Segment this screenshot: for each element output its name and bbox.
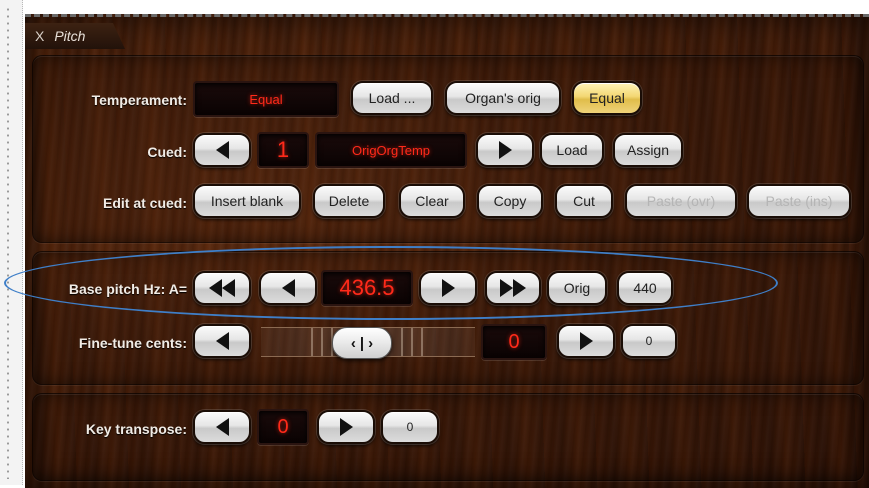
rewind-icon xyxy=(209,279,222,297)
base-pitch-label: Base pitch Hz: A= xyxy=(68,281,187,297)
edit-label: Edit at cued: xyxy=(102,195,187,211)
preset-440-button[interactable]: 440 xyxy=(617,271,673,305)
cued-prev-button[interactable] xyxy=(193,133,251,167)
arrow-right-icon xyxy=(579,332,593,350)
cued-load-button[interactable]: Load xyxy=(540,133,604,167)
delete-button[interactable]: Delete xyxy=(313,184,385,218)
divider-icon: | xyxy=(359,334,365,352)
temperament-label: Temperament: xyxy=(91,92,187,108)
arrow-left-icon xyxy=(215,332,229,350)
fine-tune-up-button[interactable] xyxy=(557,324,615,358)
transpose-group xyxy=(32,393,864,481)
cued-index-display: 1 xyxy=(257,132,309,168)
panel-title: Pitch xyxy=(54,28,86,44)
close-icon[interactable]: X xyxy=(35,28,44,44)
arrow-left-icon xyxy=(281,279,295,297)
equal-button[interactable]: Equal xyxy=(572,81,642,115)
transpose-up-button[interactable] xyxy=(317,410,375,444)
clear-button[interactable]: Clear xyxy=(399,184,465,218)
fine-tune-down-button[interactable] xyxy=(193,324,251,358)
transpose-reset-button[interactable]: 0 xyxy=(381,410,439,444)
organs-orig-button[interactable]: Organ's orig xyxy=(445,81,561,115)
base-pitch-display: 436.5 xyxy=(321,270,413,306)
transpose-display: 0 xyxy=(257,409,309,445)
base-pitch-orig-button[interactable]: Orig xyxy=(547,271,607,305)
arrow-right-icon xyxy=(339,418,353,436)
fine-tune-label: Fine-tune cents: xyxy=(78,335,187,351)
transpose-down-button[interactable] xyxy=(193,410,251,444)
base-pitch-fast-back-button[interactable] xyxy=(193,271,251,305)
cued-name-display: OrigOrgTemp xyxy=(315,132,467,168)
pitch-panel: X Pitch Temperament: Equal Load ... Orga… xyxy=(25,14,869,488)
arrow-right-icon xyxy=(441,279,455,297)
fine-tune-slider-knob[interactable]: ‹ | › xyxy=(332,327,392,359)
left-ruler xyxy=(0,0,23,485)
base-pitch-down-button[interactable] xyxy=(259,271,317,305)
key-transpose-label: Key transpose: xyxy=(85,421,187,437)
arrow-left-icon xyxy=(215,418,229,436)
fine-tune-reset-button[interactable]: 0 xyxy=(621,324,677,358)
base-pitch-fast-forward-button[interactable] xyxy=(485,271,541,305)
cued-next-button[interactable] xyxy=(476,133,534,167)
copy-button[interactable]: Copy xyxy=(477,184,543,218)
chevron-left-icon: ‹ xyxy=(350,334,356,352)
arrow-right-icon xyxy=(498,141,512,159)
insert-blank-button[interactable]: Insert blank xyxy=(193,184,301,218)
chevron-right-icon: › xyxy=(368,334,374,352)
arrow-left-icon xyxy=(215,141,229,159)
cut-button[interactable]: Cut xyxy=(555,184,613,218)
temperament-load-button[interactable]: Load ... xyxy=(351,81,433,115)
temperament-display: Equal xyxy=(193,81,339,117)
panel-tab[interactable]: X Pitch xyxy=(25,23,125,49)
base-pitch-up-button[interactable] xyxy=(419,271,477,305)
cued-label: Cued: xyxy=(147,144,187,160)
paste-ins-button[interactable]: Paste (ins) xyxy=(747,184,851,218)
fine-tune-display: 0 xyxy=(481,324,547,360)
assign-button[interactable]: Assign xyxy=(613,133,683,167)
paste-ovr-button[interactable]: Paste (ovr) xyxy=(625,184,737,218)
fast-forward-icon xyxy=(500,279,513,297)
